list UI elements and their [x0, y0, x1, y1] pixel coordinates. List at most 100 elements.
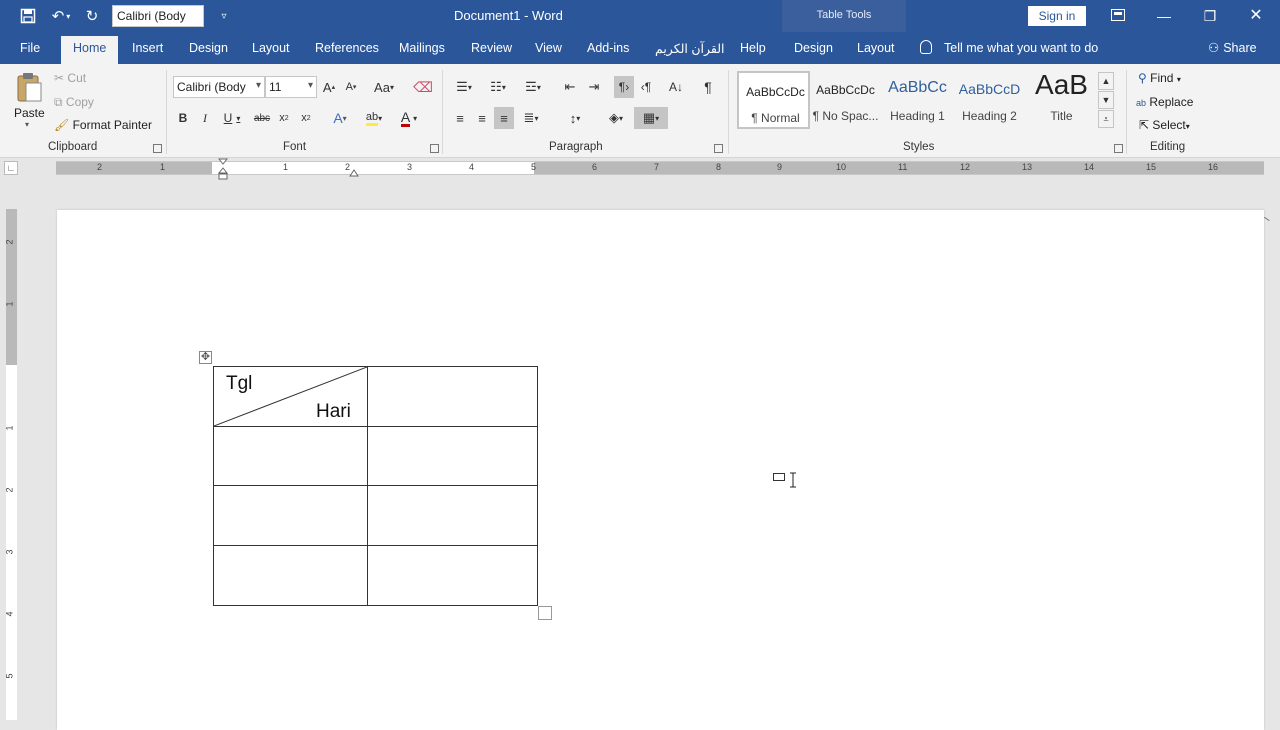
- sign-in-button[interactable]: Sign in: [1028, 6, 1086, 26]
- text-effects-icon[interactable]: A ▾: [326, 107, 354, 129]
- highlight-icon[interactable]: ab ▾: [358, 107, 390, 129]
- tab-file[interactable]: File: [20, 41, 40, 55]
- styles-more-icon[interactable]: ⩡: [1098, 110, 1114, 128]
- tab-table-design[interactable]: Design: [794, 41, 833, 55]
- paste-button[interactable]: Paste: [14, 106, 45, 120]
- tab-quran[interactable]: القرآن الكريم: [655, 41, 725, 56]
- divider: [728, 70, 729, 154]
- styles-group-label: Styles: [903, 141, 935, 153]
- tab-design[interactable]: Design: [189, 41, 228, 55]
- save-icon[interactable]: [18, 6, 38, 26]
- table-cell-tgl[interactable]: Tgl: [226, 373, 252, 395]
- text-cursor-icon: [789, 472, 797, 488]
- clipboard-launcher-icon[interactable]: [153, 144, 162, 153]
- grow-font-icon[interactable]: A ▴: [320, 76, 338, 98]
- cut-button[interactable]: ✂ Cut: [54, 71, 86, 85]
- paragraph-launcher-icon[interactable]: [714, 144, 723, 153]
- superscript-icon[interactable]: x2: [296, 107, 316, 129]
- indent-marker-icon[interactable]: [217, 158, 229, 180]
- align-right-icon[interactable]: ≡: [494, 107, 514, 129]
- strikethrough-icon[interactable]: abc: [252, 107, 272, 129]
- borders-icon[interactable]: ▦ ▾: [634, 107, 668, 129]
- chevron-down-icon: ▾: [255, 80, 261, 91]
- vertical-ruler[interactable]: [6, 209, 17, 720]
- italic-icon[interactable]: I: [196, 107, 214, 129]
- right-indent-marker-icon[interactable]: [349, 166, 359, 177]
- align-center-icon[interactable]: ≡: [472, 107, 492, 129]
- chevron-down-icon: ▾: [307, 80, 313, 91]
- subscript-icon[interactable]: x2: [274, 107, 294, 129]
- styles-scroll-down-icon[interactable]: ▼: [1098, 91, 1114, 109]
- tell-me-search[interactable]: Tell me what you want to do: [920, 40, 1098, 55]
- tab-layout[interactable]: Layout: [252, 41, 290, 55]
- font-color-icon[interactable]: A ▾: [394, 107, 424, 129]
- copy-button[interactable]: ⧉ Copy: [54, 95, 94, 110]
- ltr-direction-icon[interactable]: ¶›: [614, 76, 634, 98]
- styles-scroll-up-icon[interactable]: ▲: [1098, 72, 1114, 90]
- ruler-number: 10: [836, 162, 847, 172]
- ribbon-display-options-icon[interactable]: [1104, 4, 1132, 28]
- redo-icon[interactable]: ↻: [82, 6, 102, 26]
- style-heading-2[interactable]: AaBbCcD Heading 2: [953, 71, 1026, 129]
- sort-icon[interactable]: A↓: [666, 76, 686, 98]
- styles-launcher-icon[interactable]: [1114, 144, 1123, 153]
- tab-selector[interactable]: ∟: [4, 161, 18, 175]
- ruler-number: 4: [4, 611, 15, 617]
- style-title[interactable]: AaB Title: [1025, 69, 1098, 129]
- font-size-combo[interactable]: 11 ▾: [265, 76, 317, 98]
- bold-icon[interactable]: B: [174, 107, 192, 129]
- close-icon[interactable]: ✕: [1242, 4, 1270, 28]
- style-sample: AaBbCc: [888, 79, 947, 96]
- rtl-direction-icon[interactable]: ‹¶: [636, 76, 656, 98]
- tab-review[interactable]: Review: [471, 41, 512, 55]
- ruler-number: 3: [4, 549, 15, 555]
- shading-icon[interactable]: ◈ ▾: [600, 107, 632, 129]
- underline-icon[interactable]: U ▾: [218, 107, 246, 129]
- tab-references[interactable]: References: [315, 41, 379, 55]
- tab-table-layout[interactable]: Layout: [857, 41, 895, 55]
- numbering-icon[interactable]: ☷ ▾: [484, 76, 512, 98]
- style-heading-1[interactable]: AaBbCc Heading 1: [881, 71, 954, 129]
- change-case-icon[interactable]: Aa ▾: [368, 76, 400, 98]
- multilevel-list-icon[interactable]: ☲ ▾: [518, 76, 548, 98]
- undo-icon[interactable]: ↶ ▾: [48, 6, 74, 26]
- replace-icon: ab: [1136, 98, 1147, 108]
- select-button[interactable]: ⇱ Select▾: [1139, 118, 1190, 132]
- table-resize-handle[interactable]: [538, 606, 552, 620]
- decrease-indent-icon[interactable]: ⇤: [560, 76, 580, 98]
- find-button[interactable]: ⚲ Find ▾: [1138, 71, 1181, 85]
- horizontal-ruler[interactable]: [56, 161, 1264, 175]
- justify-icon[interactable]: ≣ ▾: [516, 107, 546, 129]
- clear-formatting-icon[interactable]: ⌫: [412, 76, 434, 98]
- document-table[interactable]: Tgl Hari: [213, 366, 538, 606]
- format-painter-button[interactable]: 🖌 Format Painter: [54, 118, 152, 132]
- align-left-icon[interactable]: ≡: [450, 107, 470, 129]
- style-no-spacing[interactable]: AaBbCcDc ¶ No Spac...: [809, 71, 882, 129]
- table-cell-hari[interactable]: Hari: [316, 401, 351, 423]
- increase-indent-icon[interactable]: ⇥: [584, 76, 604, 98]
- customize-qat-icon[interactable]: ▿: [214, 6, 234, 26]
- tab-help[interactable]: Help: [740, 41, 766, 55]
- qat-font-box[interactable]: Calibri (Body: [112, 5, 204, 27]
- bullets-icon[interactable]: ☰ ▾: [450, 76, 478, 98]
- share-button[interactable]: ⚇ Share: [1208, 40, 1257, 55]
- shrink-font-icon[interactable]: A ▾: [342, 76, 360, 98]
- font-name-combo[interactable]: Calibri (Body ▾: [173, 76, 265, 98]
- tab-view[interactable]: View: [535, 41, 562, 55]
- paste-icon[interactable]: [12, 70, 46, 104]
- tab-mailings[interactable]: Mailings: [399, 41, 445, 55]
- line-spacing-icon[interactable]: ↕ ▾: [560, 107, 590, 129]
- paste-dropdown-icon[interactable]: ▾: [25, 120, 29, 129]
- font-launcher-icon[interactable]: [430, 144, 439, 153]
- replace-button[interactable]: ab Replace: [1136, 95, 1193, 109]
- restore-icon[interactable]: ❐: [1196, 4, 1224, 28]
- table-column-border: [367, 367, 368, 605]
- show-formatting-marks-icon[interactable]: ¶: [698, 76, 718, 98]
- style-sample: AaB: [1035, 69, 1088, 100]
- tab-insert[interactable]: Insert: [132, 41, 163, 55]
- minimize-icon[interactable]: —: [1150, 4, 1178, 28]
- tab-home[interactable]: Home: [61, 36, 119, 64]
- style-normal[interactable]: AaBbCcDc ¶ Normal: [737, 71, 810, 129]
- tab-add-ins[interactable]: Add-ins: [587, 41, 629, 55]
- table-move-handle-icon[interactable]: ✥: [199, 351, 212, 364]
